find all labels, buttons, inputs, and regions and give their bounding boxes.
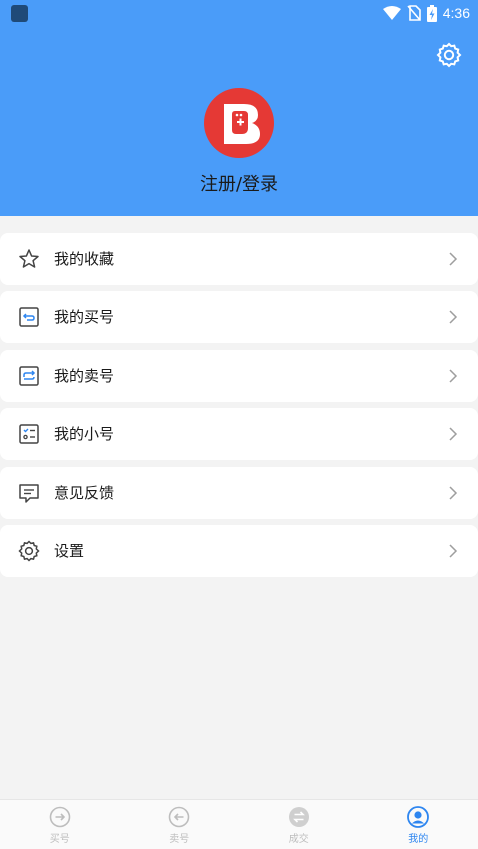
battery-charging-icon [426,4,437,22]
gear-icon [18,540,40,562]
menu-item-label: 我的买号 [54,308,115,327]
app-logo-avatar[interactable] [204,88,274,158]
status-time: 4:36 [442,5,470,21]
wifi-icon [382,6,401,20]
deal-icon [288,807,309,827]
menu-item-label: 我的小号 [54,425,115,444]
feedback-icon [19,483,39,503]
tab-deal[interactable]: 成交 [239,800,359,849]
sell-icon [168,806,190,828]
settings-gear-icon[interactable] [436,42,462,68]
menu-item-favorites[interactable]: 我的收藏 [0,233,478,285]
star-icon [19,249,39,268]
tab-label: 成交 [288,834,309,845]
chevron-right-icon [449,310,458,324]
buy-account-icon [19,307,39,328]
tab-buy[interactable]: 买号 [0,800,120,849]
menu-item-label: 我的卖号 [54,366,115,385]
menu-item-feedback[interactable]: 意见反馈 [0,466,478,519]
chevron-right-icon [449,486,458,500]
chevron-right-icon [449,544,458,558]
buy-icon [49,806,71,828]
tab-label: 卖号 [169,834,190,845]
menu-item-sub-accounts[interactable]: 我的小号 [0,408,478,461]
chevron-right-icon [449,252,458,266]
tab-label: 我的 [408,834,429,845]
menu-item-label: 设置 [54,541,85,560]
status-bar: 4:36 [0,0,478,26]
menu-item-label: 意见反馈 [54,483,115,502]
profile-menu: 我的收藏 我的买号 我的卖号 我的小号 意见反馈 设置 [0,233,478,583]
app-notification-icon [11,5,28,22]
tab-sell[interactable]: 卖号 [120,800,240,849]
menu-item-bought-accounts[interactable]: 我的买号 [0,291,478,344]
tab-label: 买号 [49,834,70,845]
bottom-tab-bar: 买号 卖号 成交 我的 [0,799,478,849]
sub-account-icon [19,424,39,444]
menu-item-sold-accounts[interactable]: 我的卖号 [0,349,478,402]
menu-item-label: 我的收藏 [54,250,115,268]
menu-item-settings[interactable]: 设置 [0,524,478,577]
chevron-right-icon [449,427,458,441]
profile-header: 4:36 注册/登录 [0,0,478,216]
sell-account-icon [19,366,39,386]
profile-icon [407,806,430,828]
no-sim-icon [407,5,421,21]
login-register-link[interactable]: 注册/登录 [0,170,478,196]
chevron-right-icon [449,369,458,383]
tab-profile[interactable]: 我的 [359,800,478,849]
status-indicators: 4:36 [382,3,470,23]
